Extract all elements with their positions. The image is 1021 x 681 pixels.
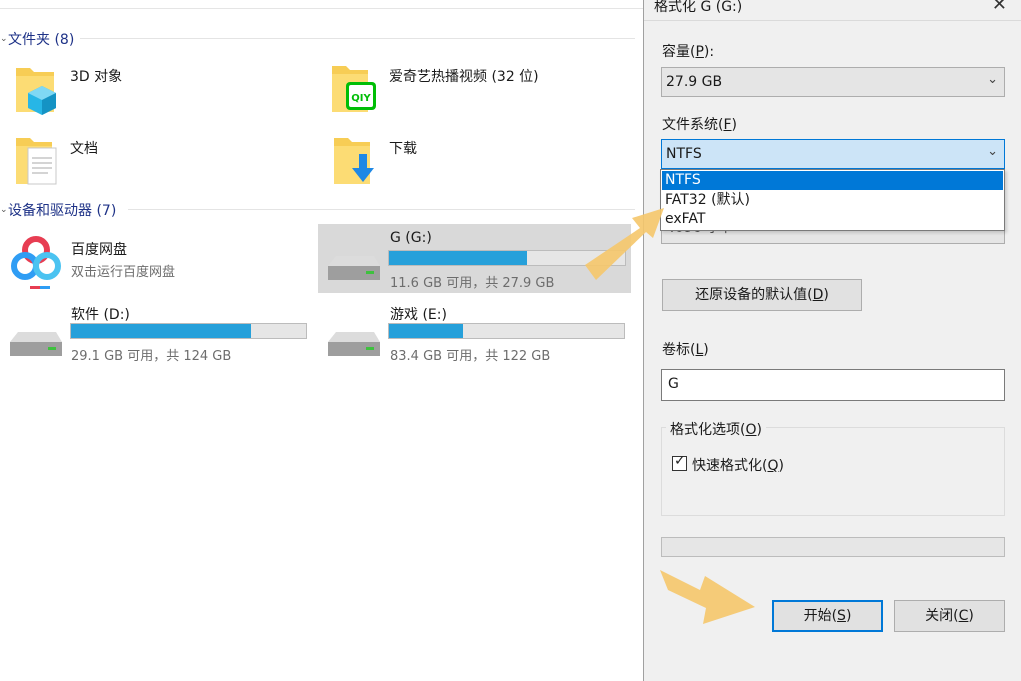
start-button[interactable]: 开始(S): [772, 600, 883, 632]
format-options-title: 格式化选项(O): [666, 419, 766, 439]
folder-item-3d-objects[interactable]: 3D 对象: [12, 58, 312, 118]
filesystem-option-ntfs[interactable]: NTFS: [662, 171, 1003, 190]
device-space-text: 83.4 GB 可用，共 122 GB: [390, 349, 551, 364]
folder-item-documents[interactable]: 文档: [12, 130, 312, 190]
device-name: 软件 (D:): [71, 307, 130, 323]
capacity-select[interactable]: 27.9 GB ⌄: [661, 67, 1005, 97]
devices-group-header[interactable]: ⌄ 设备和驱动器 (7): [0, 200, 116, 220]
drive-usage-bar: [388, 323, 625, 339]
drive-usage-fill: [389, 251, 527, 265]
restore-defaults-button[interactable]: 还原设备的默认值(D): [662, 279, 862, 311]
folder-name: 文档: [70, 141, 98, 157]
device-name: 百度网盘: [71, 242, 127, 258]
device-space-text: 29.1 GB 可用，共 124 GB: [71, 349, 232, 364]
title-divider: [644, 20, 1021, 21]
format-progress-bar: [661, 537, 1005, 557]
folder-item-downloads[interactable]: 下载: [330, 130, 630, 190]
device-description: 双击运行百度网盘: [71, 265, 176, 280]
folder-item-iqiyi[interactable]: QIY 爱奇艺热播视频 (32 位): [330, 58, 630, 118]
close-button[interactable]: 关闭(C): [894, 600, 1005, 632]
filesystem-option-exfat[interactable]: exFAT: [662, 210, 1003, 229]
top-divider: [0, 8, 643, 9]
drive-icon: [328, 332, 380, 356]
devices-group-rule: [128, 209, 635, 210]
dialog-title: 格式化 G (G:): [654, 0, 743, 15]
drive-usage-fill: [389, 324, 464, 338]
filesystem-select[interactable]: NTFS ⌄: [661, 139, 1005, 169]
device-space-text: 11.6 GB 可用，共 27.9 GB: [390, 276, 555, 291]
filesystem-dropdown-list: NTFS FAT32 (默认) exFAT: [660, 169, 1005, 231]
capacity-label: 容量(P):: [662, 44, 715, 60]
quick-format-checkbox[interactable]: ✓: [672, 453, 687, 471]
folders-group-title: 文件夹 (8): [8, 32, 75, 48]
folder-name: 爱奇艺热播视频 (32 位): [389, 69, 539, 85]
checkmark-icon: ✓: [674, 453, 686, 469]
device-item-e-drive[interactable]: 游戏 (E:) 83.4 GB 可用，共 122 GB: [318, 300, 631, 366]
chevron-down-icon: ⌄: [987, 72, 998, 87]
svg-text:QIY: QIY: [351, 93, 371, 104]
drive-usage-bar: [70, 323, 307, 339]
drive-usage-bar: [388, 250, 626, 266]
chevron-down-icon[interactable]: ⌄: [0, 34, 8, 44]
quick-format-label[interactable]: 快速格式化(Q): [692, 455, 784, 475]
filesystem-option-fat32[interactable]: FAT32 (默认): [662, 191, 1003, 210]
capacity-value: 27.9 GB: [666, 74, 723, 90]
iqiyi-folder-icon: QIY: [332, 66, 376, 112]
chevron-down-icon[interactable]: ⌄: [0, 205, 8, 215]
volume-label-input[interactable]: G: [661, 369, 1005, 401]
folders-group-rule: [80, 38, 635, 39]
device-name: G (G:): [390, 230, 432, 246]
device-name: 游戏 (E:): [390, 307, 447, 323]
downloads-folder-icon: [334, 138, 374, 184]
drive-usage-fill: [71, 324, 251, 338]
folders-group-header[interactable]: ⌄ 文件夹 (8): [0, 29, 74, 49]
devices-group-title: 设备和驱动器 (7): [8, 203, 117, 219]
drive-icon: [328, 256, 380, 280]
device-item-g-drive[interactable]: G (G:) 11.6 GB 可用，共 27.9 GB: [318, 224, 631, 293]
filesystem-value: NTFS: [666, 146, 702, 162]
device-item-baidu-netdisk[interactable]: 百度网盘 双击运行百度网盘: [8, 230, 308, 292]
chevron-down-icon: ⌄: [987, 144, 998, 159]
close-icon[interactable]: ✕: [992, 0, 1007, 15]
volume-label-label: 卷标(L): [662, 342, 709, 358]
baidu-netdisk-icon: [11, 236, 61, 289]
folder-name: 下载: [389, 141, 417, 157]
3d-objects-icon: [16, 68, 56, 115]
documents-folder-icon: [16, 138, 57, 185]
device-item-d-drive[interactable]: 软件 (D:) 29.1 GB 可用，共 124 GB: [0, 300, 310, 366]
filesystem-label: 文件系统(F): [662, 117, 737, 133]
folder-name: 3D 对象: [70, 69, 123, 85]
volume-label-value: G: [668, 376, 679, 392]
drive-icon: [10, 332, 62, 356]
file-explorer-pane: ⌄ 文件夹 (8) 3D 对象 QIY 爱奇艺热播视频 (32 位) 文档 下载…: [0, 0, 643, 681]
